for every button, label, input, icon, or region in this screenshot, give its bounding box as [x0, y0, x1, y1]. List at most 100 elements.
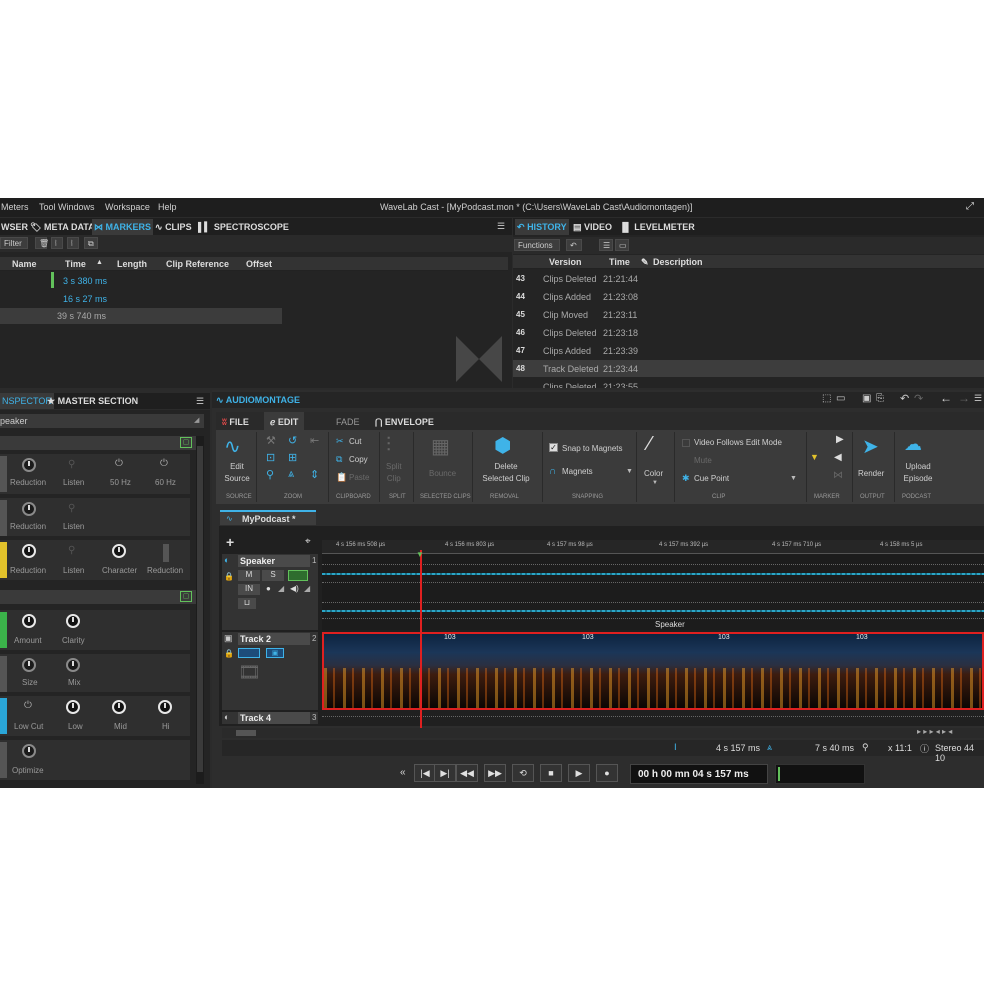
route-icon[interactable]: ◢: [304, 584, 310, 593]
history-row[interactable]: 46 Clips Deleted 21:23:18: [513, 324, 984, 341]
folder-icon[interactable]: ▭: [615, 239, 629, 251]
lock-icon[interactable]: 🔒: [224, 649, 234, 658]
menu-tool-windows[interactable]: Tool Windows: [39, 202, 95, 212]
reduction-knob[interactable]: [22, 458, 36, 472]
reduction-knob[interactable]: [22, 544, 36, 558]
listen-ear-icon[interactable]: ⚲: [68, 503, 75, 514]
listen-ear-icon[interactable]: ⚲: [68, 459, 75, 470]
zoom-start-icon[interactable]: ⇤: [310, 434, 319, 447]
plugin-toggle[interactable]: [0, 500, 7, 536]
export-icon[interactable]: ⎘: [876, 393, 884, 404]
plugin-toggle-active[interactable]: [0, 542, 7, 578]
track-header-track2[interactable]: Track 2 ▣ 2 🔒 ▣ 🎞: [222, 632, 318, 710]
cue-point-dropdown[interactable]: Cue Point: [694, 474, 729, 483]
menu-help[interactable]: Help: [158, 202, 177, 212]
chevron-down-icon[interactable]: ▼: [626, 468, 633, 475]
mute-button[interactable]: M: [238, 570, 260, 581]
track-toggle-icon[interactable]: ◐: [224, 712, 229, 722]
marker-next-icon[interactable]: ▶: [836, 434, 844, 445]
chevron-down-icon[interactable]: ▼: [652, 480, 658, 486]
maximize-icon[interactable]: ⤢: [966, 201, 974, 212]
history-row[interactable]: 44 Clips Added 21:23:08: [513, 288, 984, 305]
add-track-icon[interactable]: +: [226, 534, 234, 550]
fast-forward-button[interactable]: ▶▶: [484, 764, 506, 782]
bounce-button[interactable]: Bounce: [429, 469, 456, 478]
functions-button[interactable]: Functions: [514, 239, 560, 251]
video-preview-icon[interactable]: ▣: [266, 648, 284, 658]
table-row-selected[interactable]: 39 s 740 ms: [0, 308, 282, 324]
track-selector[interactable]: peaker ◢: [0, 414, 204, 428]
col-length[interactable]: Length: [117, 259, 147, 269]
go-to-start-button[interactable]: |◀: [414, 764, 436, 782]
filter-button[interactable]: Filter: [0, 237, 28, 249]
plugin-toggle[interactable]: [0, 456, 7, 492]
solo-button[interactable]: S: [262, 570, 284, 581]
menu-meters[interactable]: Meters: [1, 202, 29, 212]
envelope-button-icon[interactable]: ⊔: [238, 598, 256, 609]
plugin-toggle[interactable]: [0, 742, 7, 778]
tab-envelope[interactable]: ⋂ ENVELOPE: [375, 417, 434, 428]
power-icon[interactable]: ⏻: [115, 458, 123, 469]
inspector-scrollbar[interactable]: [196, 436, 204, 784]
section-enable-icon[interactable]: ▢: [180, 591, 192, 602]
tab-clips[interactable]: ∿ CLIPS: [155, 222, 192, 233]
time-display[interactable]: 00 h 00 mn 04 s 157 ms: [630, 764, 768, 784]
zoom-magnifier-icon[interactable]: ⚲: [266, 468, 274, 481]
history-row[interactable]: 45 Clip Moved 21:23:11: [513, 306, 984, 323]
track-name-field[interactable]: Track 2: [238, 633, 310, 645]
tab-spectroscope[interactable]: ▌▍ SPECTROSCOPE: [198, 222, 289, 233]
tab-fade[interactable]: FADE: [336, 417, 360, 427]
document-tab[interactable]: ∿ MyPodcast *: [220, 510, 316, 525]
tab-inspector[interactable]: NSPECTOR: [0, 393, 54, 409]
col-description[interactable]: Description: [653, 257, 703, 267]
power-icon[interactable]: ⏻: [160, 458, 168, 469]
magnets-dropdown[interactable]: Magnets: [562, 467, 593, 476]
select-icon[interactable]: ⬚: [822, 393, 831, 404]
history-row[interactable]: 48 Track Deleted 21:23:44: [513, 360, 984, 377]
upload-episode-button[interactable]: Upload Episode: [900, 461, 936, 485]
stop-button[interactable]: ■: [540, 764, 562, 782]
chevron-down-icon[interactable]: ◢: [194, 416, 199, 424]
track-header-track4[interactable]: ◐ Track 4 3: [222, 712, 318, 724]
undo-icon[interactable]: ↶: [900, 392, 909, 405]
open-folder-icon[interactable]: ▭: [836, 393, 845, 404]
low-knob[interactable]: [66, 700, 80, 714]
listen-ear-icon[interactable]: ⚲: [68, 545, 75, 556]
marker-yellow-icon[interactable]: ▼: [810, 452, 819, 462]
delete-selected-clip-button[interactable]: Delete Selected Clip: [478, 461, 534, 485]
lock-icon[interactable]: 🔒: [224, 572, 234, 581]
input-button[interactable]: IN: [238, 584, 260, 595]
split-clip-button[interactable]: Split Clip: [386, 461, 402, 485]
copy-button[interactable]: Copy: [349, 455, 368, 464]
cut-button[interactable]: Cut: [349, 437, 361, 446]
clarity-knob[interactable]: [66, 614, 80, 628]
track-toggle-icon[interactable]: ◐: [224, 555, 229, 565]
tab-browser[interactable]: WSER: [1, 222, 28, 232]
section-enable-icon[interactable]: ▢: [180, 437, 192, 448]
menu-workspace[interactable]: Workspace: [105, 202, 150, 212]
col-name[interactable]: Name: [12, 259, 37, 269]
tab-history[interactable]: ↶ HISTORY: [515, 219, 569, 235]
cursor-position[interactable]: 4 s 157 ms: [716, 743, 760, 753]
marker-start-icon[interactable]: ⦚: [51, 237, 63, 249]
col-time[interactable]: Time: [609, 257, 630, 267]
paste-button[interactable]: Paste: [349, 473, 369, 482]
track-header-speaker[interactable]: Speaker ◐ 1 🔒 M S IN ● ◢ ◀) ◢ ⊔: [222, 554, 318, 630]
section-header[interactable]: ▢: [0, 590, 196, 604]
go-to-end-button[interactable]: ▶|: [434, 764, 456, 782]
history-row[interactable]: Clips Deleted 21:23:55: [513, 378, 984, 388]
track-fx-icon[interactable]: [288, 570, 308, 581]
plugin-toggle-active[interactable]: [0, 612, 7, 648]
history-row[interactable]: 47 Clips Added 21:23:39: [513, 342, 984, 359]
record-button[interactable]: ●: [596, 764, 618, 782]
reduction-knob[interactable]: [22, 502, 36, 516]
edit-source-button[interactable]: Edit Source: [222, 461, 252, 485]
video-follows-checkbox[interactable]: [682, 439, 690, 447]
section-header[interactable]: ▢: [0, 436, 196, 450]
character-knob[interactable]: [112, 544, 126, 558]
render-button[interactable]: Render: [858, 469, 884, 478]
marker-region-icon[interactable]: ⋈: [833, 470, 843, 481]
table-row[interactable]: 3 s 380 ms: [63, 276, 107, 286]
link-icon[interactable]: ⧉: [84, 237, 98, 249]
scrollbar-thumb[interactable]: [236, 730, 256, 736]
